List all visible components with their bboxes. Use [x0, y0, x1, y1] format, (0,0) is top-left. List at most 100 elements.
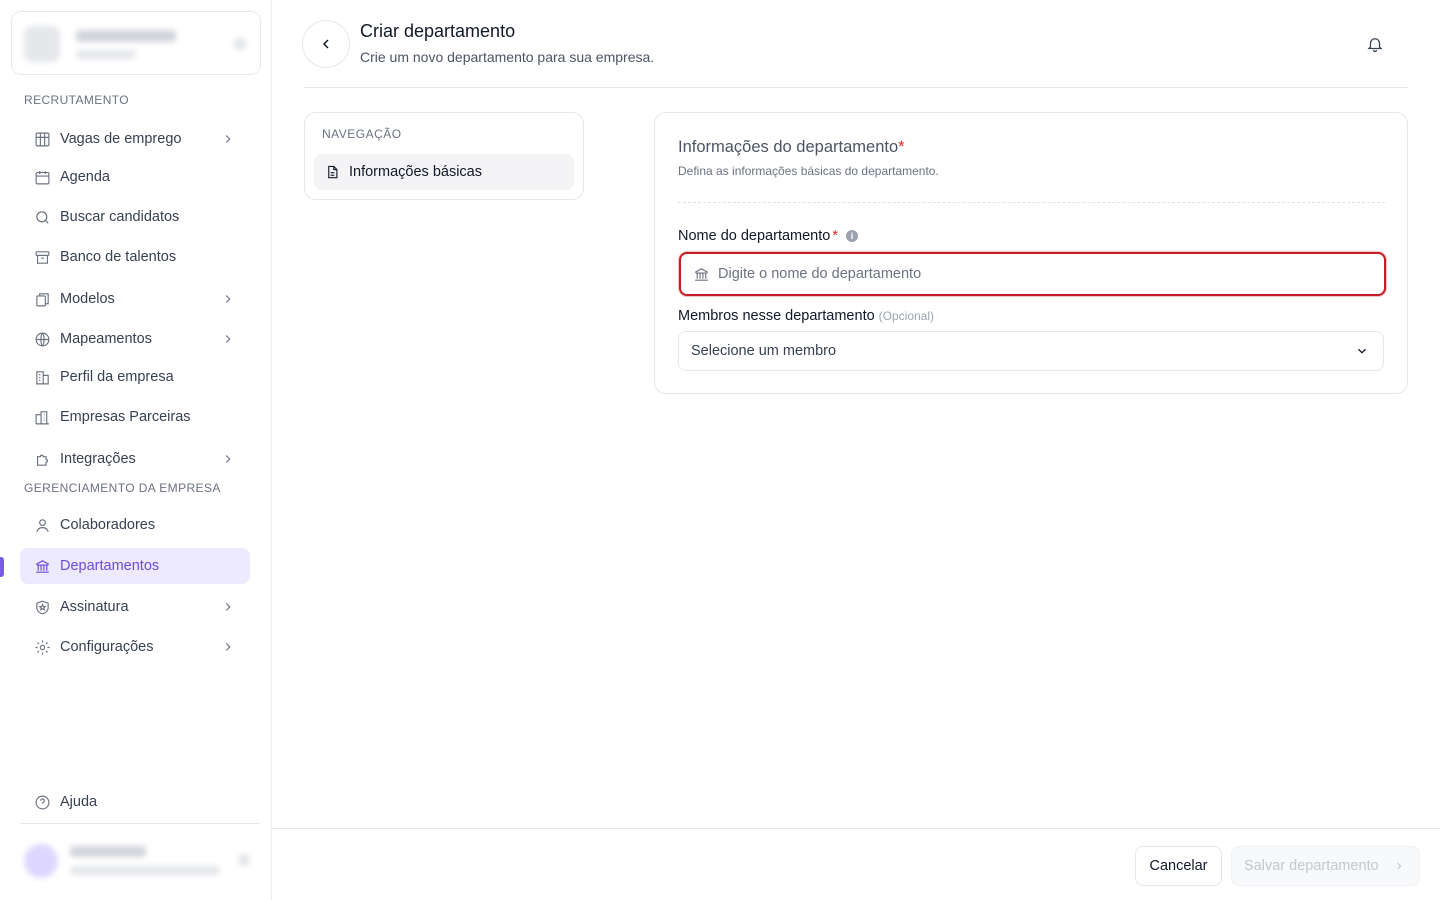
sidebar-item-label: Agenda	[60, 169, 110, 185]
form-navigation-item-basic-info[interactable]: Informações básicas	[314, 154, 574, 190]
optional-tag: (Opcional)	[878, 309, 935, 323]
department-info-card: Informações do departamento* Defina as i…	[654, 112, 1408, 394]
avatar	[24, 844, 58, 878]
sidebar-item-settings[interactable]: Configurações	[20, 629, 250, 665]
user-icon	[33, 516, 51, 534]
organization-switcher[interactable]	[11, 11, 261, 75]
sidebar-item-subscription[interactable]: Assinatura	[20, 589, 250, 625]
sidebar-item-collaborators[interactable]: Colaboradores	[20, 507, 250, 543]
sidebar-item-departments[interactable]: Departamentos	[20, 548, 250, 584]
bank-icon	[693, 266, 710, 283]
department-name-label: Nome do departamento * i	[678, 228, 858, 244]
members-label-text: Membros nesse departamento	[678, 308, 875, 324]
sidebar-item-agenda[interactable]: Agenda	[20, 159, 250, 195]
sidebar-item-label: Configurações	[60, 639, 154, 655]
sidebar-item-integrations[interactable]: Integrações	[20, 441, 250, 477]
briefcase-icon	[33, 130, 51, 148]
organization-name-blurred	[76, 30, 176, 42]
back-button[interactable]	[302, 20, 350, 68]
archive-icon	[33, 248, 51, 266]
department-name-field[interactable]	[679, 252, 1386, 296]
section-divider	[678, 202, 1385, 203]
department-name-input[interactable]	[718, 266, 1378, 282]
section-title-text: Informações do departamento	[678, 138, 899, 156]
section-description: Defina as informações básicas do departa…	[678, 164, 939, 178]
sidebar-item-label: Assinatura	[60, 599, 129, 615]
cancel-button[interactable]: Cancelar	[1135, 846, 1222, 886]
bank-icon	[33, 557, 51, 575]
copy-icon	[33, 290, 51, 308]
sidebar-item-label: Empresas Parceiras	[60, 409, 191, 425]
members-select[interactable]: Selecione um membro	[678, 331, 1384, 371]
building-icon	[33, 368, 51, 386]
form-navigation-label: NAVEGAÇÃO	[322, 127, 402, 141]
info-icon[interactable]: i	[846, 230, 858, 242]
sidebar-item-label: Perfil da empresa	[60, 369, 174, 385]
members-label: Membros nesse departamento (Opcional)	[678, 308, 934, 324]
section-title: Informações do departamento*	[678, 138, 905, 157]
sidebar-item-jobs[interactable]: Vagas de emprego	[20, 121, 250, 157]
required-asterisk: *	[898, 138, 905, 156]
active-indicator	[0, 557, 4, 577]
chevron-right-icon	[1393, 860, 1405, 872]
sidebar-item-label: Vagas de emprego	[60, 131, 182, 147]
sidebar-item-label: Integrações	[60, 451, 136, 467]
app-root: RECRUTAMENTO Vagas de emprego Agenda Bus…	[0, 0, 1440, 900]
gear-icon	[33, 638, 51, 656]
section-label-recruitment: RECRUTAMENTO	[24, 93, 130, 107]
section-label-company-management: GERENCIAMENTO DA EMPRESA	[24, 481, 221, 495]
user-name-blurred	[70, 846, 146, 857]
buildings-icon	[33, 408, 51, 426]
chevron-right-icon	[220, 331, 236, 347]
sidebar-item-partner-companies[interactable]: Empresas Parceiras	[20, 399, 250, 435]
organization-chevron-icon	[234, 38, 246, 50]
sidebar-item-label: Ajuda	[60, 794, 98, 810]
chevron-down-icon	[1355, 344, 1369, 358]
form-footer: Cancelar Salvar departamento	[272, 828, 1440, 900]
sidebar-item-label: Departamentos	[60, 558, 160, 574]
form-navigation-item-label: Informações básicas	[349, 164, 482, 180]
sidebar-item-company-profile[interactable]: Perfil da empresa	[20, 359, 250, 395]
globe-icon	[33, 330, 51, 348]
save-department-button[interactable]: Salvar departamento	[1231, 846, 1420, 886]
search-icon	[33, 208, 51, 226]
sidebar-item-label: Mapeamentos	[60, 331, 152, 347]
document-icon	[325, 164, 341, 180]
sidebar-item-label: Modelos	[60, 291, 115, 307]
save-department-label: Salvar departamento	[1244, 858, 1379, 874]
organization-logo	[24, 26, 60, 62]
chevron-right-icon	[220, 451, 236, 467]
puzzle-icon	[33, 450, 51, 468]
user-menu-chevron-icon	[238, 854, 250, 866]
chevron-right-icon	[220, 131, 236, 147]
page-header: Criar departamento Crie um novo departam…	[272, 0, 1440, 88]
chevron-right-icon	[220, 599, 236, 615]
sidebar-item-label: Colaboradores	[60, 517, 156, 533]
sidebar: RECRUTAMENTO Vagas de emprego Agenda Bus…	[0, 0, 272, 900]
required-asterisk: *	[832, 228, 838, 244]
department-name-label-text: Nome do departamento	[678, 228, 831, 244]
bell-icon[interactable]	[1365, 34, 1385, 54]
chevron-right-icon	[220, 639, 236, 655]
chevron-right-icon	[220, 291, 236, 307]
calendar-icon	[33, 168, 51, 186]
sidebar-item-mappings[interactable]: Mapeamentos	[20, 321, 250, 357]
sidebar-item-talent-pool[interactable]: Banco de talentos	[20, 239, 250, 275]
user-profile-menu[interactable]	[20, 836, 260, 886]
form-navigation: NAVEGAÇÃO Informações básicas	[304, 112, 584, 200]
shield-icon	[33, 598, 51, 616]
chevron-left-icon	[318, 36, 334, 52]
sidebar-item-help[interactable]: Ajuda	[20, 784, 250, 820]
user-email-blurred	[70, 866, 220, 875]
sidebar-item-label: Banco de talentos	[60, 249, 177, 265]
sidebar-divider	[20, 823, 260, 824]
sidebar-item-label: Buscar candidatos	[60, 209, 180, 225]
organization-role-blurred	[76, 50, 136, 59]
header-divider	[304, 87, 1408, 88]
help-circle-icon	[33, 793, 51, 811]
members-select-value: Selecione um membro	[691, 343, 837, 359]
page-subtitle: Crie um novo departamento para sua empre…	[360, 49, 655, 65]
sidebar-item-templates[interactable]: Modelos	[20, 281, 250, 317]
page-title: Criar departamento	[360, 21, 516, 41]
sidebar-item-search-candidates[interactable]: Buscar candidatos	[20, 199, 250, 235]
